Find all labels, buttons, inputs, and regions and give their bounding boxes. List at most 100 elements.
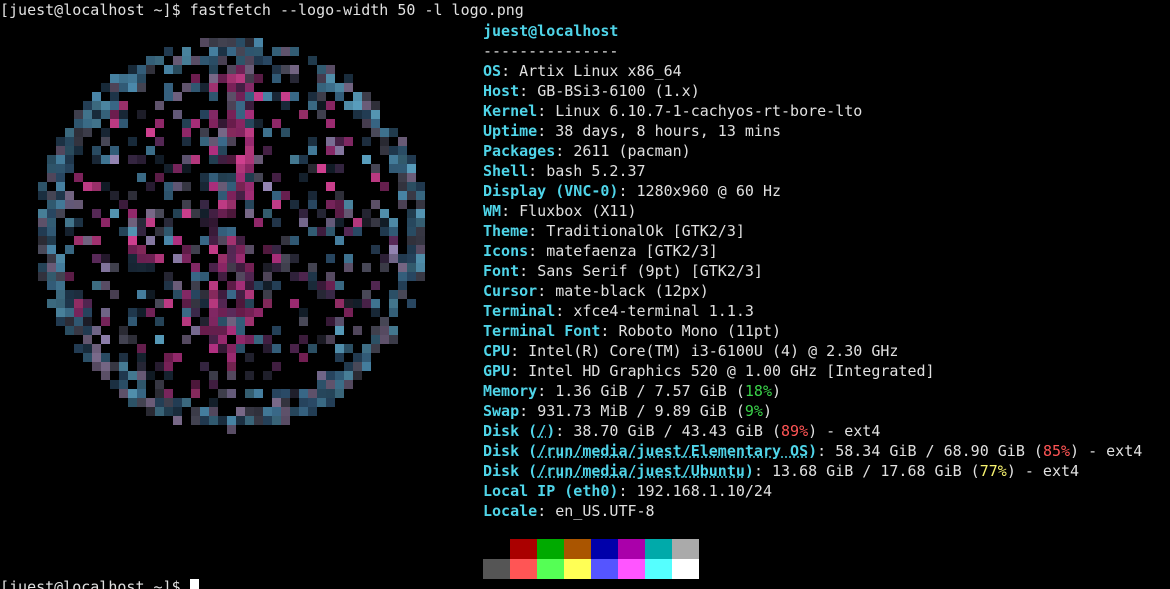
info-key: CPU — [483, 342, 511, 360]
info-row: Terminal Font: Roboto Mono (11pt) — [483, 322, 782, 340]
info-value: Artix Linux x86_64 — [519, 62, 682, 80]
info-value: mate-black (12px) — [555, 282, 709, 300]
info-key: Terminal Font — [483, 322, 601, 340]
memory-value-end: ) — [772, 382, 782, 400]
info-row: Display (VNC-0): 1280x960 @ 60 Hz — [483, 182, 782, 200]
info-key: Uptime — [483, 122, 538, 140]
info-row: Font: Sans Serif (9pt) [GTK2/3] — [483, 262, 763, 280]
info-value: Sans Serif (9pt) [GTK2/3] — [537, 262, 763, 280]
info-key: Font — [483, 262, 520, 280]
swap-key: Swap — [483, 402, 520, 420]
color-swatch — [645, 559, 672, 579]
color-palette — [483, 539, 699, 579]
info-row: Uptime: 38 days, 8 hours, 13 mins — [483, 122, 782, 140]
info-row: Theme: TraditionalOk [GTK2/3] — [483, 222, 745, 240]
separator-line: --------------- — [483, 42, 619, 60]
disk-percent: 85% — [1042, 442, 1071, 460]
color-swatch — [591, 539, 618, 559]
disk-key: Disk ( — [483, 442, 538, 460]
color-swatch — [537, 559, 564, 579]
disk-value-end: ) - ext4 — [1070, 442, 1143, 460]
info-value: bash 5.2.37 — [546, 162, 646, 180]
info-row: WM: Fluxbox (X11) — [483, 202, 637, 220]
palette-row-normal — [483, 539, 699, 559]
local-ip-key: Local IP (eth0) — [483, 482, 619, 500]
info-value: 1280x960 @ 60 Hz — [636, 182, 782, 200]
color-swatch — [591, 559, 618, 579]
disk-value-end: ) - ext4 — [1006, 462, 1080, 480]
disk-percent: 89% — [781, 422, 809, 440]
color-swatch — [510, 539, 537, 559]
info-value: 2611 (pacman) — [573, 142, 691, 160]
local-ip-value: 192.168.1.10/24 — [636, 482, 772, 500]
swap-value: 931.73 MiB / 9.89 GiB ( — [537, 402, 745, 420]
info-row: GPU: Intel HD Graphics 520 @ 1.00 GHz [I… — [483, 362, 935, 380]
disk-value: 13.68 GiB / 17.68 GiB ( — [772, 462, 980, 480]
memory-percent: 18% — [744, 382, 772, 400]
memory-value: 1.36 GiB / 7.57 GiB ( — [555, 382, 745, 400]
command-prompt: [juest@localhost ~]$ fastfetch --logo-wi… — [0, 0, 524, 20]
info-key: Display (VNC-0) — [483, 182, 619, 200]
locale-value: en_US.UTF-8 — [555, 502, 655, 520]
disk-key: Disk ( — [483, 422, 538, 440]
disk-key-end: ) — [744, 462, 754, 480]
info-key: GPU — [483, 362, 511, 380]
info-value: Intel HD Graphics 520 @ 1.00 GHz [Integr… — [528, 362, 935, 380]
info-row: Cursor: mate-black (12px) — [483, 282, 709, 300]
info-row-local-ip: Local IP (eth0): 192.168.1.10/24 — [483, 482, 772, 500]
swap-percent: 9% — [744, 402, 763, 420]
info-key: Kernel — [483, 102, 538, 120]
info-row: Kernel: Linux 6.10.7-1-cachyos-rt-bore-l… — [483, 102, 863, 120]
info-key: Terminal — [483, 302, 556, 320]
disk-value: 38.70 GiB / 43.43 GiB ( — [573, 422, 782, 440]
swap-value-end: ) — [762, 402, 772, 420]
info-value: GB-BSi3-6100 (1.x) — [537, 82, 700, 100]
color-swatch — [672, 539, 699, 559]
info-value: matefaenza [GTK2/3] — [546, 242, 718, 260]
info-key: Packages — [483, 142, 556, 160]
locale-key: Locale — [483, 502, 538, 520]
info-key: Cursor — [483, 282, 538, 300]
info-value: Fluxbox (X11) — [519, 202, 637, 220]
info-title: juest@localhost — [483, 21, 618, 41]
memory-key: Memory — [483, 382, 538, 400]
info-key: WM — [483, 202, 502, 220]
color-swatch — [564, 559, 591, 579]
info-row-memory: Memory: 1.36 GiB / 7.57 GiB (18%) — [483, 382, 782, 400]
disk-mount-path: /run/media/juest/Ubuntu — [537, 462, 745, 480]
disk-value-end: ) - ext4 — [808, 422, 881, 440]
color-swatch — [564, 539, 591, 559]
info-row-disk: Disk (/): 38.70 GiB / 43.43 GiB (89%) - … — [483, 422, 881, 440]
user-host-title: juest@localhost — [483, 22, 619, 40]
disk-percent: 77% — [979, 462, 1007, 480]
info-value: 38 days, 8 hours, 13 mins — [555, 122, 782, 140]
info-key: Theme — [483, 222, 529, 240]
disk-key: Disk ( — [483, 462, 538, 480]
color-swatch — [618, 539, 645, 559]
command-prompt-current[interactable]: [juest@localhost ~]$ — [0, 577, 199, 589]
disk-key-end: ) — [546, 422, 556, 440]
disk-key-end: ) — [808, 442, 818, 460]
info-row-locale: Locale: en_US.UTF-8 — [483, 502, 655, 520]
color-swatch — [537, 539, 564, 559]
prompt-text: [juest@localhost ~]$ — [0, 578, 190, 589]
info-value: xfce4-terminal 1.1.3 — [573, 302, 754, 320]
disk-mount-path: /run/media/juest/Elementary OS — [537, 442, 809, 460]
info-row-swap: Swap: 931.73 MiB / 9.89 GiB (9%) — [483, 402, 772, 420]
info-row: Host: GB-BSi3-6100 (1.x) — [483, 82, 700, 100]
info-key: Shell — [483, 162, 529, 180]
command-text: [juest@localhost ~]$ fastfetch --logo-wi… — [0, 1, 524, 19]
color-swatch — [645, 539, 672, 559]
palette-row-bright — [483, 559, 699, 579]
color-swatch — [618, 559, 645, 579]
info-row: Icons: matefaenza [GTK2/3] — [483, 242, 718, 260]
info-row-disk: Disk (/run/media/juest/Ubuntu): 13.68 Gi… — [483, 462, 1080, 480]
circular-pixel-logo-icon — [38, 38, 425, 434]
color-swatch — [483, 539, 510, 559]
info-row: Terminal: xfce4-terminal 1.1.3 — [483, 302, 754, 320]
color-swatch — [672, 559, 699, 579]
info-row: OS: Artix Linux x86_64 — [483, 62, 682, 80]
info-key: OS — [483, 62, 502, 80]
info-row: Packages: 2611 (pacman) — [483, 142, 691, 160]
disk-value: 58.34 GiB / 68.90 GiB ( — [835, 442, 1043, 460]
